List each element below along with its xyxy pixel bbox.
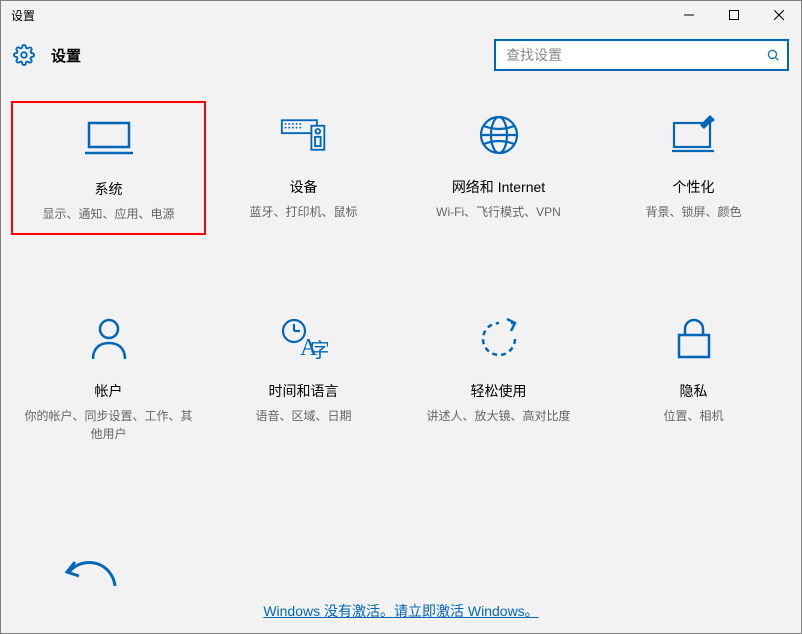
tile-title: 个性化 <box>673 177 715 197</box>
display-icon <box>85 113 133 161</box>
tile-desc: 显示、通知、应用、电源 <box>42 205 174 223</box>
window-control-buttons <box>666 1 801 29</box>
close-button[interactable] <box>756 1 801 29</box>
settings-window: 设置 设置 <box>0 0 802 634</box>
tile-desc: 位置、相机 <box>663 407 723 425</box>
tile-system[interactable]: 系统 显示、通知、应用、电源 <box>11 101 206 235</box>
titlebar: 设置 <box>1 1 801 29</box>
undo-icon[interactable] <box>61 558 121 593</box>
time-language-icon: A 字 <box>280 315 328 363</box>
tile-desc: 背景、锁屏、颜色 <box>645 203 741 221</box>
activate-windows-link[interactable]: Windows 没有激活。请立即激活 Windows。 <box>263 603 538 619</box>
tile-desc: 你的帐户、同步设置、工作、其他用户 <box>24 407 194 443</box>
svg-text:字: 字 <box>310 339 328 361</box>
tiles-grid: 系统 显示、通知、应用、电源 <box>11 101 791 453</box>
lock-icon <box>670 315 718 363</box>
search-input[interactable] <box>504 46 765 64</box>
tile-network[interactable]: 网络和 Internet Wi-Fi、飞行模式、VPN <box>401 101 596 235</box>
tile-desc: 蓝牙、打印机、鼠标 <box>249 203 357 221</box>
tile-title: 帐户 <box>95 381 123 401</box>
content-area: 系统 显示、通知、应用、电源 <box>1 81 801 633</box>
tile-devices[interactable]: 设备 蓝牙、打印机、鼠标 <box>206 101 401 235</box>
globe-icon <box>475 111 523 159</box>
header-left: 设置 <box>13 44 81 66</box>
account-icon <box>85 315 133 363</box>
personalization-icon <box>670 111 718 159</box>
devices-icon <box>280 111 328 159</box>
tile-desc: 讲述人、放大镜、高对比度 <box>426 407 570 425</box>
header: 设置 <box>1 29 801 81</box>
tile-title: 设备 <box>290 177 318 197</box>
tile-title: 网络和 Internet <box>452 177 545 197</box>
tile-ease-of-access[interactable]: 轻松使用 讲述人、放大镜、高对比度 <box>401 305 596 453</box>
window-title: 设置 <box>11 7 35 24</box>
activation-message: Windows 没有激活。请立即激活 Windows。 <box>11 593 791 633</box>
tile-desc: 语音、区域、日期 <box>255 407 351 425</box>
tile-title: 轻松使用 <box>471 381 527 401</box>
tile-time-language[interactable]: A 字 时间和语言 语音、区域、日期 <box>206 305 401 453</box>
tile-title: 系统 <box>95 179 123 199</box>
search-icon <box>765 47 781 63</box>
tile-title: 隐私 <box>680 381 708 401</box>
tile-desc: Wi-Fi、飞行模式、VPN <box>436 203 561 221</box>
page-title: 设置 <box>51 45 81 66</box>
gear-icon <box>13 44 35 66</box>
search-box[interactable] <box>494 39 789 71</box>
ease-of-access-icon <box>475 315 523 363</box>
tile-title: 时间和语言 <box>269 381 339 401</box>
tile-privacy[interactable]: 隐私 位置、相机 <box>596 305 791 453</box>
tile-personalization[interactable]: 个性化 背景、锁屏、颜色 <box>596 101 791 235</box>
minimize-button[interactable] <box>666 1 711 29</box>
maximize-button[interactable] <box>711 1 756 29</box>
tile-accounts[interactable]: 帐户 你的帐户、同步设置、工作、其他用户 <box>11 305 206 453</box>
